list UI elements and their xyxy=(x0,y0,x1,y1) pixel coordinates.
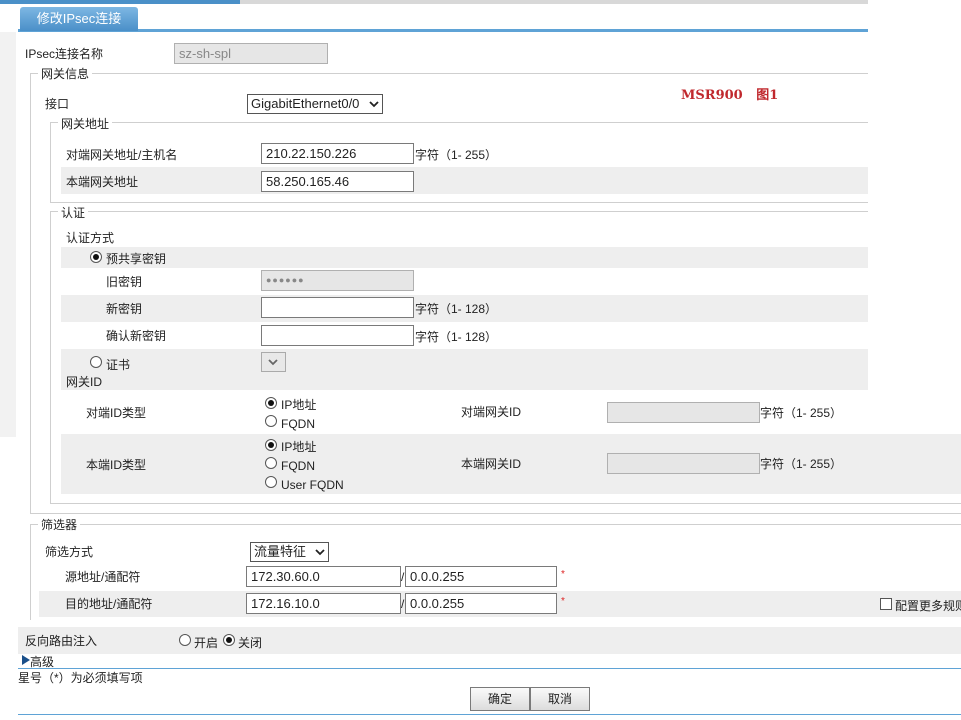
advanced-divider xyxy=(18,668,961,669)
gateway-id-title: 网关ID xyxy=(66,375,103,389)
filter-method-select[interactable]: 流量特征 xyxy=(250,542,329,562)
advanced-toggle[interactable]: 高级 xyxy=(30,655,54,669)
old-key-field: ●●●●●● xyxy=(261,270,414,291)
local-gw-id-label: 本端网关ID xyxy=(461,457,522,471)
chevron-down-icon xyxy=(369,101,379,108)
local-address-row xyxy=(61,167,868,194)
peer-id-fqdn-label: FQDN xyxy=(281,417,315,431)
annotation-text: MSR900 图1 xyxy=(681,88,779,103)
auth-fieldset-border xyxy=(50,211,868,212)
interface-label: 接口 xyxy=(45,97,70,111)
peer-gw-id-field xyxy=(607,402,760,423)
local-id-type-label: 本端ID类型 xyxy=(86,458,147,472)
src-required-mark: * xyxy=(561,569,565,580)
dst-required-mark: * xyxy=(561,596,565,607)
required-note: 星号（*）为必须填写项 xyxy=(18,671,143,685)
psk-label: 预共享密钥 xyxy=(106,252,167,266)
cert-select xyxy=(261,352,286,372)
dst-wildcard-field[interactable]: 0.0.0.255 xyxy=(405,593,557,614)
cert-label: 证书 xyxy=(106,358,131,372)
cert-radio[interactable] xyxy=(90,356,102,368)
peer-address-label: 对端网关地址/主机名 xyxy=(66,148,178,162)
dst-slash: / xyxy=(401,597,405,611)
conn-name-label: IPsec连接名称 xyxy=(25,47,104,61)
new-key-hint: 字符（1- 128） xyxy=(415,302,498,316)
dst-addr-field[interactable]: 172.16.10.0 xyxy=(246,593,401,614)
peer-gw-id-hint: 字符（1- 255） xyxy=(760,406,843,420)
psk-radio[interactable] xyxy=(90,251,102,263)
local-gw-id-field xyxy=(607,453,760,474)
cancel-button[interactable]: 取消 xyxy=(530,687,590,711)
chevron-down-icon xyxy=(268,359,278,366)
psk-row xyxy=(61,247,868,268)
old-key-label: 旧密钥 xyxy=(106,275,143,289)
local-id-fqdn-radio[interactable] xyxy=(265,457,277,469)
gateway-legend: 网关信息 xyxy=(38,67,93,81)
peer-address-field[interactable]: 210.22.150.226 xyxy=(261,143,414,164)
peer-id-fqdn-radio[interactable] xyxy=(265,415,277,427)
footer-divider xyxy=(18,714,961,715)
tab-modify-ipsec[interactable]: 修改IPsec连接 xyxy=(20,7,138,31)
gateway-fieldset-left xyxy=(30,73,31,513)
filter-legend: 筛选器 xyxy=(38,518,81,532)
rri-label: 反向路由注入 xyxy=(25,634,98,648)
conn-name-field: sz-sh-spl xyxy=(174,43,328,64)
rri-on-label: 开启 xyxy=(194,636,219,650)
src-slash: / xyxy=(401,570,405,584)
filter-fieldset-left xyxy=(30,524,31,620)
new-key-label: 新密钥 xyxy=(106,302,143,316)
confirm-key-hint: 字符（1- 128） xyxy=(415,330,498,344)
peer-id-ip-label: IP地址 xyxy=(281,398,317,412)
cert-row xyxy=(61,349,868,390)
filter-method-value: 流量特征 xyxy=(254,544,307,559)
dst-addr-label: 目的地址/通配符 xyxy=(65,597,153,611)
local-address-label: 本端网关地址 xyxy=(66,175,139,189)
local-id-userfqdn-radio[interactable] xyxy=(265,476,277,488)
expand-triangle-icon[interactable] xyxy=(22,655,30,665)
local-address-field[interactable]: 58.250.165.46 xyxy=(261,171,414,192)
address-fieldset-border xyxy=(50,122,868,123)
filter-fieldset-border xyxy=(30,524,961,525)
ok-button[interactable]: 确定 xyxy=(470,687,530,711)
local-id-fqdn-label: FQDN xyxy=(281,459,315,473)
rri-row xyxy=(18,627,961,654)
tab-underline xyxy=(18,29,868,32)
chevron-down-icon xyxy=(315,549,325,556)
rri-off-radio[interactable] xyxy=(223,634,235,646)
src-addr-field[interactable]: 172.30.60.0 xyxy=(246,566,401,587)
left-shade xyxy=(0,32,16,437)
address-fieldset-bottom xyxy=(50,202,868,203)
gateway-fieldset-border xyxy=(30,73,868,74)
top-rule xyxy=(240,0,868,4)
local-id-ip-radio[interactable] xyxy=(265,439,277,451)
filter-method-label: 筛选方式 xyxy=(45,545,94,559)
src-addr-label: 源地址/通配符 xyxy=(65,570,141,584)
confirm-key-field[interactable] xyxy=(261,325,414,346)
src-wildcard-field[interactable]: 0.0.0.255 xyxy=(405,566,557,587)
local-gw-id-hint: 字符（1- 255） xyxy=(760,457,843,471)
auth-fieldset-left xyxy=(50,211,51,503)
gateway-fieldset-bottom xyxy=(30,513,961,514)
peer-gw-id-label: 对端网关ID xyxy=(461,405,522,419)
auth-fieldset-bottom xyxy=(50,503,961,504)
peer-address-hint: 字符（1- 255） xyxy=(415,148,498,162)
address-fieldset-left xyxy=(50,122,51,202)
rri-on-radio[interactable] xyxy=(179,634,191,646)
peer-id-type-label: 对端ID类型 xyxy=(86,406,147,420)
auth-legend: 认证 xyxy=(58,206,89,220)
peer-id-ip-radio[interactable] xyxy=(265,397,277,409)
rri-off-label: 关闭 xyxy=(238,636,263,650)
more-rules-checkbox[interactable] xyxy=(880,598,892,610)
confirm-key-label: 确认新密钥 xyxy=(106,329,167,343)
auth-method-label: 认证方式 xyxy=(66,231,115,245)
address-legend: 网关地址 xyxy=(58,117,113,131)
local-id-ip-label: IP地址 xyxy=(281,440,317,454)
interface-select[interactable]: GigabitEthernet0/0 xyxy=(247,94,383,114)
more-rules-label: 配置更多规则 xyxy=(895,599,961,613)
new-key-field[interactable] xyxy=(261,297,414,318)
interface-select-value: GigabitEthernet0/0 xyxy=(251,96,360,111)
local-id-userfqdn-label: User FQDN xyxy=(281,478,344,492)
top-accent-bar xyxy=(0,0,240,4)
